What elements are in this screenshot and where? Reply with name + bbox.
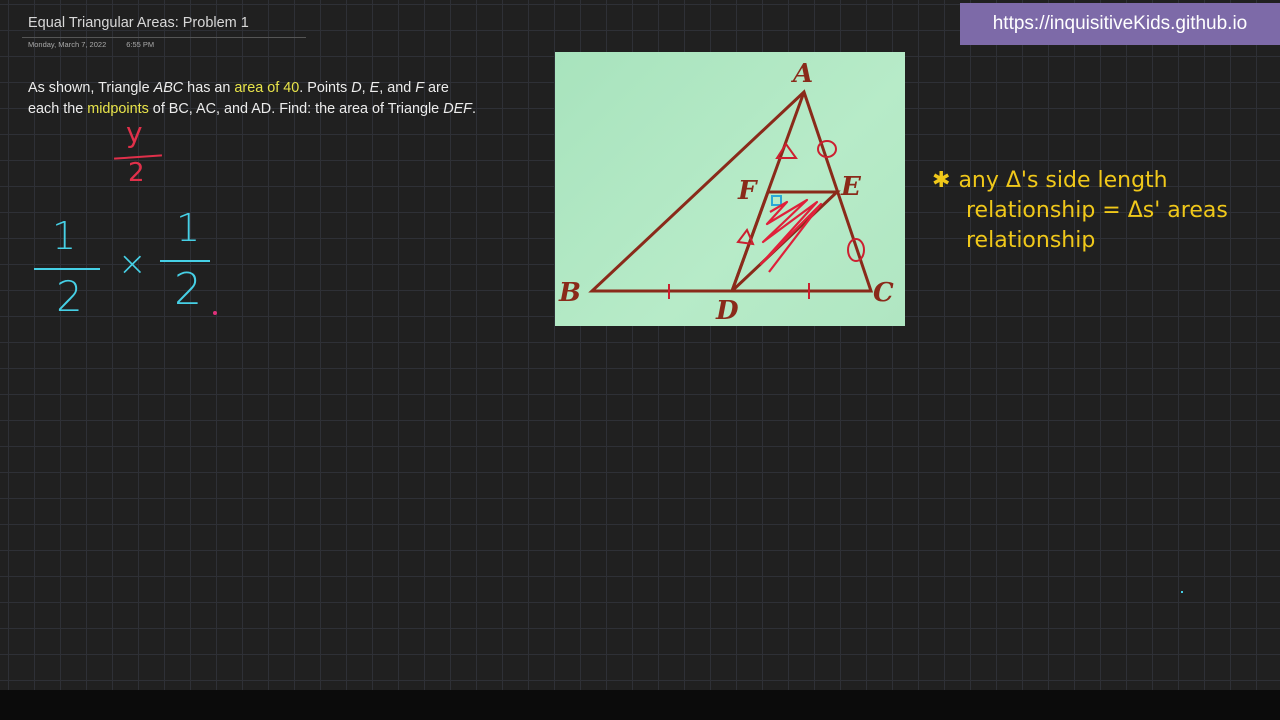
red-fraction-denominator: 2 [128,158,145,188]
highlight-area: area of 40 [234,80,300,96]
red-fraction-numerator: y [126,116,143,149]
note-line-2: relationship = Δs' areas [966,198,1228,223]
fraction2-denominator: 2 [174,264,202,315]
note-line-1: ✱ any Δ's side length [932,166,1272,196]
problem-text: , and [379,80,416,96]
problem-text: of BC, AC, and AD. Find: the area of Tri… [148,101,444,117]
label-f: F [737,176,758,206]
fraction1-numerator: 1 [52,214,77,258]
point-d: D [351,80,362,96]
triangle-def: DEF [443,101,472,117]
mark-circle-ae [817,140,837,158]
fraction2-bar [160,260,210,262]
note-line-3: relationship [966,228,1096,253]
handwritten-note: ✱ any Δ's side length relationship = Δs' … [932,166,1272,256]
fraction2-numerator: 1 [176,206,201,250]
point-e: E [369,80,380,96]
label-a: A [790,59,813,89]
label-c: C [873,278,894,308]
problem-text: , [361,80,370,96]
note-text: any Δ's side length [958,168,1168,193]
problem-statement: As shown, Triangle ABC has an area of 40… [28,78,483,120]
point-f: F [415,80,425,96]
problem-text: . [471,101,476,117]
problem-text: . Points [299,80,352,96]
pen-cursor-dot [213,311,217,315]
label-e: E [840,172,862,202]
triangle-diagram: A B C D E F [558,59,894,326]
label-b: B [558,278,581,308]
fraction1-bar [34,268,100,270]
page-date: Monday, March 7, 2022 [28,40,107,49]
red-fraction: y 2 [112,116,164,190]
triangle-abc: ABC [153,80,184,96]
page-time: 6:55 PM [126,40,155,49]
problem-text: has an [183,80,235,96]
times-sign: × [118,244,147,284]
bottom-bar [0,690,1280,720]
page-title: Equal Triangular Areas: Problem 1 [28,15,249,31]
fraction1-denominator: 2 [56,272,83,321]
triangle-figure: A B C D E F [555,52,905,326]
label-d: D [715,296,739,326]
url-banner[interactable]: https://inquisitiveKids.github.io [960,3,1280,45]
problem-text: As shown, Triangle [28,80,154,96]
title-divider [22,37,306,38]
page-timestamp: Monday, March 7, 2022 6:55 PM [28,40,154,49]
highlight-midpoints: midpoints [87,101,149,117]
mark-square-f [771,195,782,206]
star-icon: ✱ [932,168,951,193]
stray-dot [1181,591,1183,593]
